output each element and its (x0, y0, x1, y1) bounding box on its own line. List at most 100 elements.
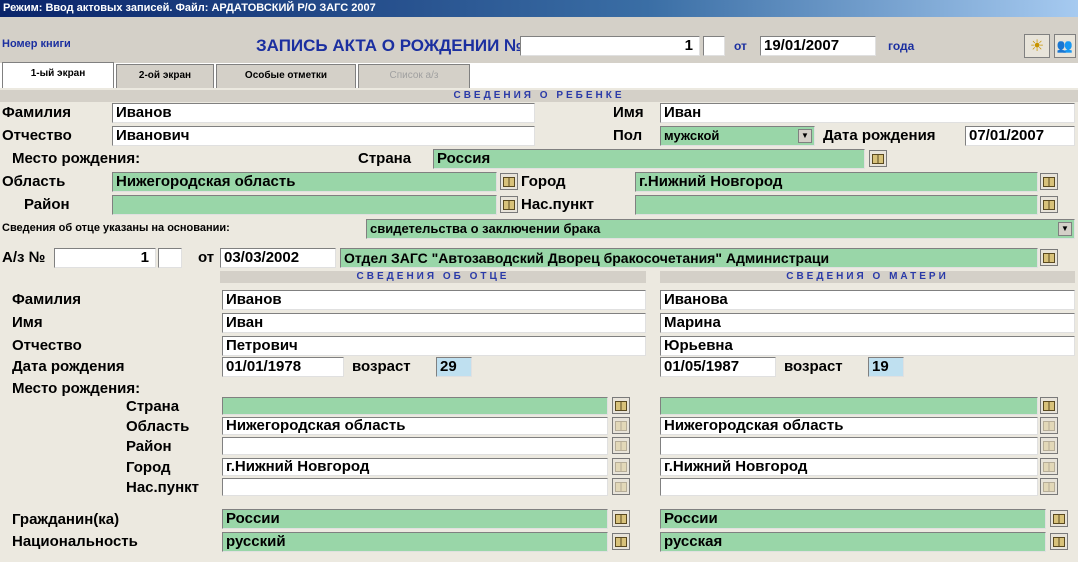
mother-region-field[interactable]: Нижегородская область (660, 417, 1038, 435)
people-icon[interactable]: 👥 (1054, 34, 1076, 58)
mother-country-field[interactable] (660, 397, 1038, 415)
mother-age-field[interactable]: 19 (868, 357, 904, 377)
book-number-label: Номер книги (2, 38, 71, 50)
father-citizenship-field[interactable]: России (222, 509, 608, 529)
child-country-label: Страна (358, 150, 412, 167)
parent-settlement-label: Нас.пункт (126, 479, 200, 496)
record-date-field[interactable]: 19/01/2007 (760, 36, 876, 56)
book-lookup-icon[interactable] (612, 437, 630, 454)
year-label: года (888, 39, 915, 53)
child-surname-label: Фамилия (2, 104, 71, 121)
book-lookup-icon[interactable] (1040, 173, 1058, 190)
father-city-field[interactable]: г.Нижний Новгород (222, 458, 608, 476)
child-district-label: Район (24, 196, 70, 213)
act-issuer-field[interactable]: Отдел ЗАГС "Автозаводский Дворец бракосо… (340, 248, 1038, 268)
act-number-suffix-field[interactable] (158, 248, 182, 268)
child-patronymic-field[interactable]: Иванович (112, 126, 535, 146)
year-field[interactable] (988, 36, 1018, 56)
parent-country-label: Страна (126, 398, 180, 415)
mother-nationality-field[interactable]: русская (660, 532, 1046, 552)
act-number-field[interactable]: 1 (54, 248, 156, 268)
tab-special-notes[interactable]: Особые отметки (216, 64, 356, 88)
mother-city-field[interactable]: г.Нижний Новгород (660, 458, 1038, 476)
tab-record-list[interactable]: Список а/з (358, 64, 470, 88)
father-age-field[interactable]: 29 (436, 357, 472, 377)
child-settlement-label: Нас.пункт (521, 196, 595, 213)
father-surname-field[interactable]: Иванов (222, 290, 646, 310)
child-city-field[interactable]: г.Нижний Новгород (635, 172, 1038, 192)
book-lookup-icon[interactable] (869, 150, 887, 167)
record-number-suffix-field[interactable] (703, 36, 725, 56)
mother-patronymic-field[interactable]: Юрьевна (660, 336, 1075, 356)
child-district-field[interactable] (112, 195, 497, 215)
book-lookup-icon[interactable] (500, 173, 518, 190)
book-lookup-icon[interactable] (612, 533, 630, 550)
father-country-field[interactable] (222, 397, 608, 415)
book-lookup-icon[interactable] (1040, 196, 1058, 213)
book-lookup-icon[interactable] (1040, 437, 1058, 454)
mother-settlement-field[interactable] (660, 478, 1038, 496)
mother-name-field[interactable]: Марина (660, 313, 1075, 333)
father-dob-field[interactable]: 01/01/1978 (222, 357, 344, 377)
child-name-field[interactable]: Иван (660, 103, 1075, 123)
record-number-field[interactable]: 1 (520, 36, 700, 56)
mother-dob-field[interactable]: 01/05/1987 (660, 357, 776, 377)
book-lookup-icon[interactable] (612, 510, 630, 527)
parent-nationality-label: Национальность (12, 533, 138, 550)
child-country-field[interactable]: Россия (433, 149, 865, 169)
book-lookup-icon[interactable] (1040, 397, 1058, 414)
mother-district-field[interactable] (660, 437, 1038, 455)
record-header: Номер книги ЗАПИСЬ АКТА О РОЖДЕНИИ № 1 о… (0, 17, 1078, 63)
child-sex-select[interactable]: мужской ▼ (660, 126, 815, 146)
mother-section-title: СВЕДЕНИЯ О МАТЕРИ (660, 271, 1075, 283)
father-patronymic-field[interactable]: Петрович (222, 336, 646, 356)
father-region-field[interactable]: Нижегородская область (222, 417, 608, 435)
book-lookup-icon[interactable] (500, 196, 518, 213)
chevron-down-icon[interactable]: ▼ (1058, 222, 1072, 236)
act-number-label: А/з № (2, 249, 46, 266)
window-title: Режим: Ввод актовых записей. Файл: АРДАТ… (0, 0, 1078, 17)
father-settlement-field[interactable] (222, 478, 608, 496)
book-lookup-icon[interactable] (612, 417, 630, 434)
parent-name-label: Имя (12, 314, 43, 331)
child-sex-value: мужской (664, 128, 720, 143)
record-date-from-label: от (734, 39, 747, 53)
father-district-field[interactable] (222, 437, 608, 455)
parent-region-label: Область (126, 418, 190, 435)
child-dob-field[interactable]: 07/01/2007 (965, 126, 1075, 146)
parent-city-label: Город (126, 459, 171, 476)
child-region-label: Область (2, 173, 66, 190)
book-lookup-icon[interactable] (612, 478, 630, 495)
tab-screen-2[interactable]: 2-ой экран (116, 64, 214, 88)
child-surname-field[interactable]: Иванов (112, 103, 535, 123)
father-name-field[interactable]: Иван (222, 313, 646, 333)
book-lookup-icon[interactable] (1040, 458, 1058, 475)
child-settlement-field[interactable] (635, 195, 1038, 215)
book-lookup-icon[interactable] (1050, 533, 1068, 550)
book-lookup-icon[interactable] (1040, 417, 1058, 434)
child-region-field[interactable]: Нижегородская область (112, 172, 497, 192)
parent-dob-label: Дата рождения (12, 358, 125, 375)
book-lookup-icon[interactable] (1040, 478, 1058, 495)
chevron-down-icon[interactable]: ▼ (798, 129, 812, 143)
parent-citizenship-label: Гражданин(ка) (12, 511, 120, 528)
child-dob-label: Дата рождения (823, 127, 936, 144)
mother-surname-field[interactable]: Иванова (660, 290, 1075, 310)
mother-citizenship-field[interactable]: России (660, 509, 1046, 529)
father-basis-select[interactable]: свидетельства о заключении брака ▼ (366, 219, 1075, 239)
book-lookup-icon[interactable] (1050, 510, 1068, 527)
book-lookup-icon[interactable] (612, 397, 630, 414)
tab-screen-1[interactable]: 1-ый экран (2, 62, 114, 88)
father-nationality-field[interactable]: русский (222, 532, 608, 552)
child-patronymic-label: Отчество (2, 127, 72, 144)
book-lookup-icon[interactable] (612, 458, 630, 475)
sun-icon[interactable]: ☀ (1024, 34, 1050, 58)
father-section-title: СВЕДЕНИЯ ОБ ОТЦЕ (220, 271, 646, 283)
father-basis-label: Сведения об отце указаны на основании: (2, 222, 230, 234)
act-date-field[interactable]: 03/03/2002 (220, 248, 336, 268)
parent-patronymic-label: Отчество (12, 337, 82, 354)
mother-age-label: возраст (784, 358, 843, 375)
father-basis-value: свидетельства о заключении брака (370, 221, 601, 236)
page-title: ЗАПИСЬ АКТА О РОЖДЕНИИ № (256, 36, 524, 55)
book-lookup-icon[interactable] (1040, 249, 1058, 266)
